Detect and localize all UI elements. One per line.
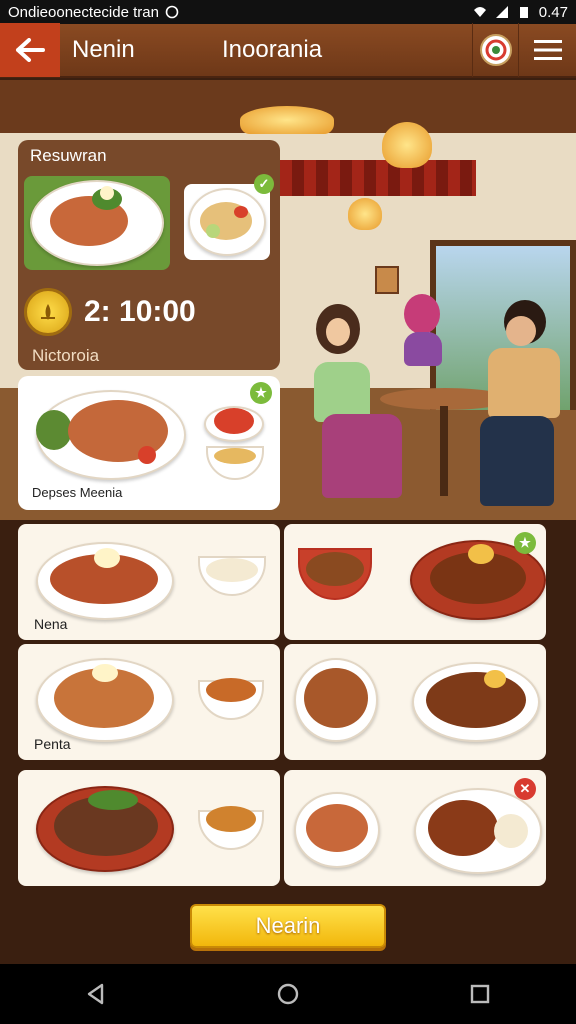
restaurant-panel: Resuwran ✓ 2: 10:00 Nictoroia: [18, 140, 280, 370]
section-label: Resuwran: [30, 146, 107, 165]
wall-picture: [375, 266, 399, 294]
notification-icon: [165, 5, 179, 19]
battery-icon: [519, 7, 528, 18]
page-title: Inoorania: [222, 36, 323, 63]
nav-home-button[interactable]: [268, 974, 308, 1014]
panel-sub-label: Nictoroia: [32, 346, 100, 365]
featured-dish-caption: Depses Meenia: [32, 485, 123, 500]
table-leg: [440, 406, 448, 496]
countdown-timer: 2: 10:00: [24, 288, 196, 336]
app-title: Nenin: [72, 36, 135, 63]
status-bar-text: Ondieoonectecide tran: [8, 3, 159, 21]
primary-action-button[interactable]: Nearin: [190, 904, 386, 948]
triangle-back-icon: [87, 983, 104, 1005]
check-icon: ✓: [254, 174, 274, 194]
dish-thumbnail[interactable]: [24, 176, 170, 270]
coin-icon: [24, 288, 72, 336]
decorative-wall-band: [280, 160, 476, 196]
arrow-left-icon: [16, 38, 45, 62]
clock: 0.47: [538, 3, 568, 21]
dish-card-caption: Nena: [34, 616, 68, 632]
hamburger-menu-icon: [533, 40, 562, 60]
dish-card[interactable]: ★: [284, 524, 546, 640]
ceiling-lamp: [240, 106, 334, 134]
star-badge-icon: ★: [250, 382, 272, 404]
dish-card[interactable]: [284, 644, 546, 760]
close-badge-icon[interactable]: ✕: [514, 778, 536, 800]
dish-card-caption: Penta: [34, 736, 71, 752]
nav-back-button[interactable]: [76, 974, 116, 1014]
back-button[interactable]: [0, 23, 60, 77]
signal-icon: [495, 6, 508, 18]
dish-card[interactable]: Penta: [18, 644, 280, 760]
star-badge-icon: ★: [514, 532, 536, 554]
app-bar: Nenin Inoorania: [0, 23, 576, 78]
circle-home-icon: [277, 983, 299, 1005]
dish-thumbnail[interactable]: [184, 184, 270, 260]
status-bar: Ondieoonectecide tran 0.47: [0, 0, 576, 24]
dish-card[interactable]: ✕: [284, 770, 546, 886]
nav-recents-button[interactable]: [460, 974, 500, 1014]
system-navigation-bar: [0, 964, 576, 1024]
wifi-icon: [473, 7, 486, 17]
hanging-lantern: [348, 198, 382, 230]
dish-card[interactable]: [18, 770, 280, 886]
featured-dish-card[interactable]: ★ Depses Meenia: [18, 376, 280, 510]
square-recents-icon: [470, 984, 490, 1004]
hanging-lantern: [382, 122, 432, 168]
brand-logo-icon: [479, 34, 512, 66]
dish-card[interactable]: Nena: [18, 524, 280, 640]
timer-value: 2: 10:00: [84, 295, 196, 328]
menu-button[interactable]: [518, 23, 576, 77]
brand-logo-button[interactable]: [472, 23, 518, 77]
